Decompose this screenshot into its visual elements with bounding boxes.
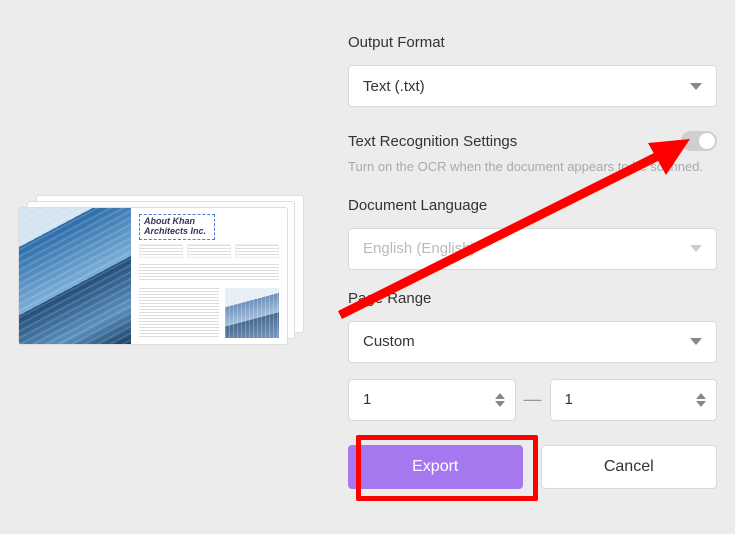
- ocr-toggle[interactable]: [681, 131, 717, 151]
- document-language-label: Document Language: [348, 197, 717, 214]
- stepper-up-icon[interactable]: [495, 393, 505, 399]
- preview-title-line1: About Khan: [144, 216, 195, 226]
- page-range-mode-value: Custom: [363, 333, 415, 350]
- export-button[interactable]: Export: [348, 445, 523, 489]
- stepper-down-icon[interactable]: [495, 401, 505, 407]
- preview-title-line2: Architects Inc.: [144, 226, 206, 236]
- export-button-label: Export: [412, 458, 458, 476]
- page-from-input[interactable]: 1: [348, 379, 516, 421]
- ocr-hint: Turn on the OCR when the document appear…: [348, 157, 717, 177]
- output-format-value: Text (.txt): [363, 78, 425, 95]
- preview-paragraph: [139, 264, 279, 282]
- preview-info-cell: [187, 244, 231, 258]
- preview-info-cell: [139, 244, 183, 258]
- page-range-mode-select[interactable]: Custom: [348, 321, 717, 363]
- page-stack-1: About Khan Architects Inc.: [18, 207, 288, 345]
- output-format-select[interactable]: Text (.txt): [348, 65, 717, 107]
- page-to-input[interactable]: 1: [550, 379, 718, 421]
- cancel-button-label: Cancel: [604, 458, 654, 476]
- document-language-select: English (English): [348, 228, 717, 270]
- preview-title: About Khan Architects Inc.: [139, 214, 215, 240]
- document-language-value: English (English): [363, 240, 476, 257]
- stepper-up-icon[interactable]: [696, 393, 706, 399]
- chevron-down-icon: [690, 245, 702, 252]
- preview-text-column: [139, 288, 219, 338]
- cancel-button[interactable]: Cancel: [541, 445, 718, 489]
- ocr-label: Text Recognition Settings: [348, 133, 517, 150]
- page-to-value: 1: [565, 391, 573, 408]
- output-format-label: Output Format: [348, 34, 717, 51]
- chevron-down-icon: [690, 83, 702, 90]
- preview-building-photo-left: [19, 208, 131, 344]
- page-range-label: Page Range: [348, 290, 717, 307]
- document-preview: About Khan Architects Inc.: [18, 195, 308, 345]
- range-separator: —: [524, 389, 542, 410]
- preview-info-cell: [235, 244, 279, 258]
- page-from-value: 1: [363, 391, 371, 408]
- stepper-down-icon[interactable]: [696, 401, 706, 407]
- chevron-down-icon: [690, 338, 702, 345]
- preview-building-photo-small: [225, 288, 279, 338]
